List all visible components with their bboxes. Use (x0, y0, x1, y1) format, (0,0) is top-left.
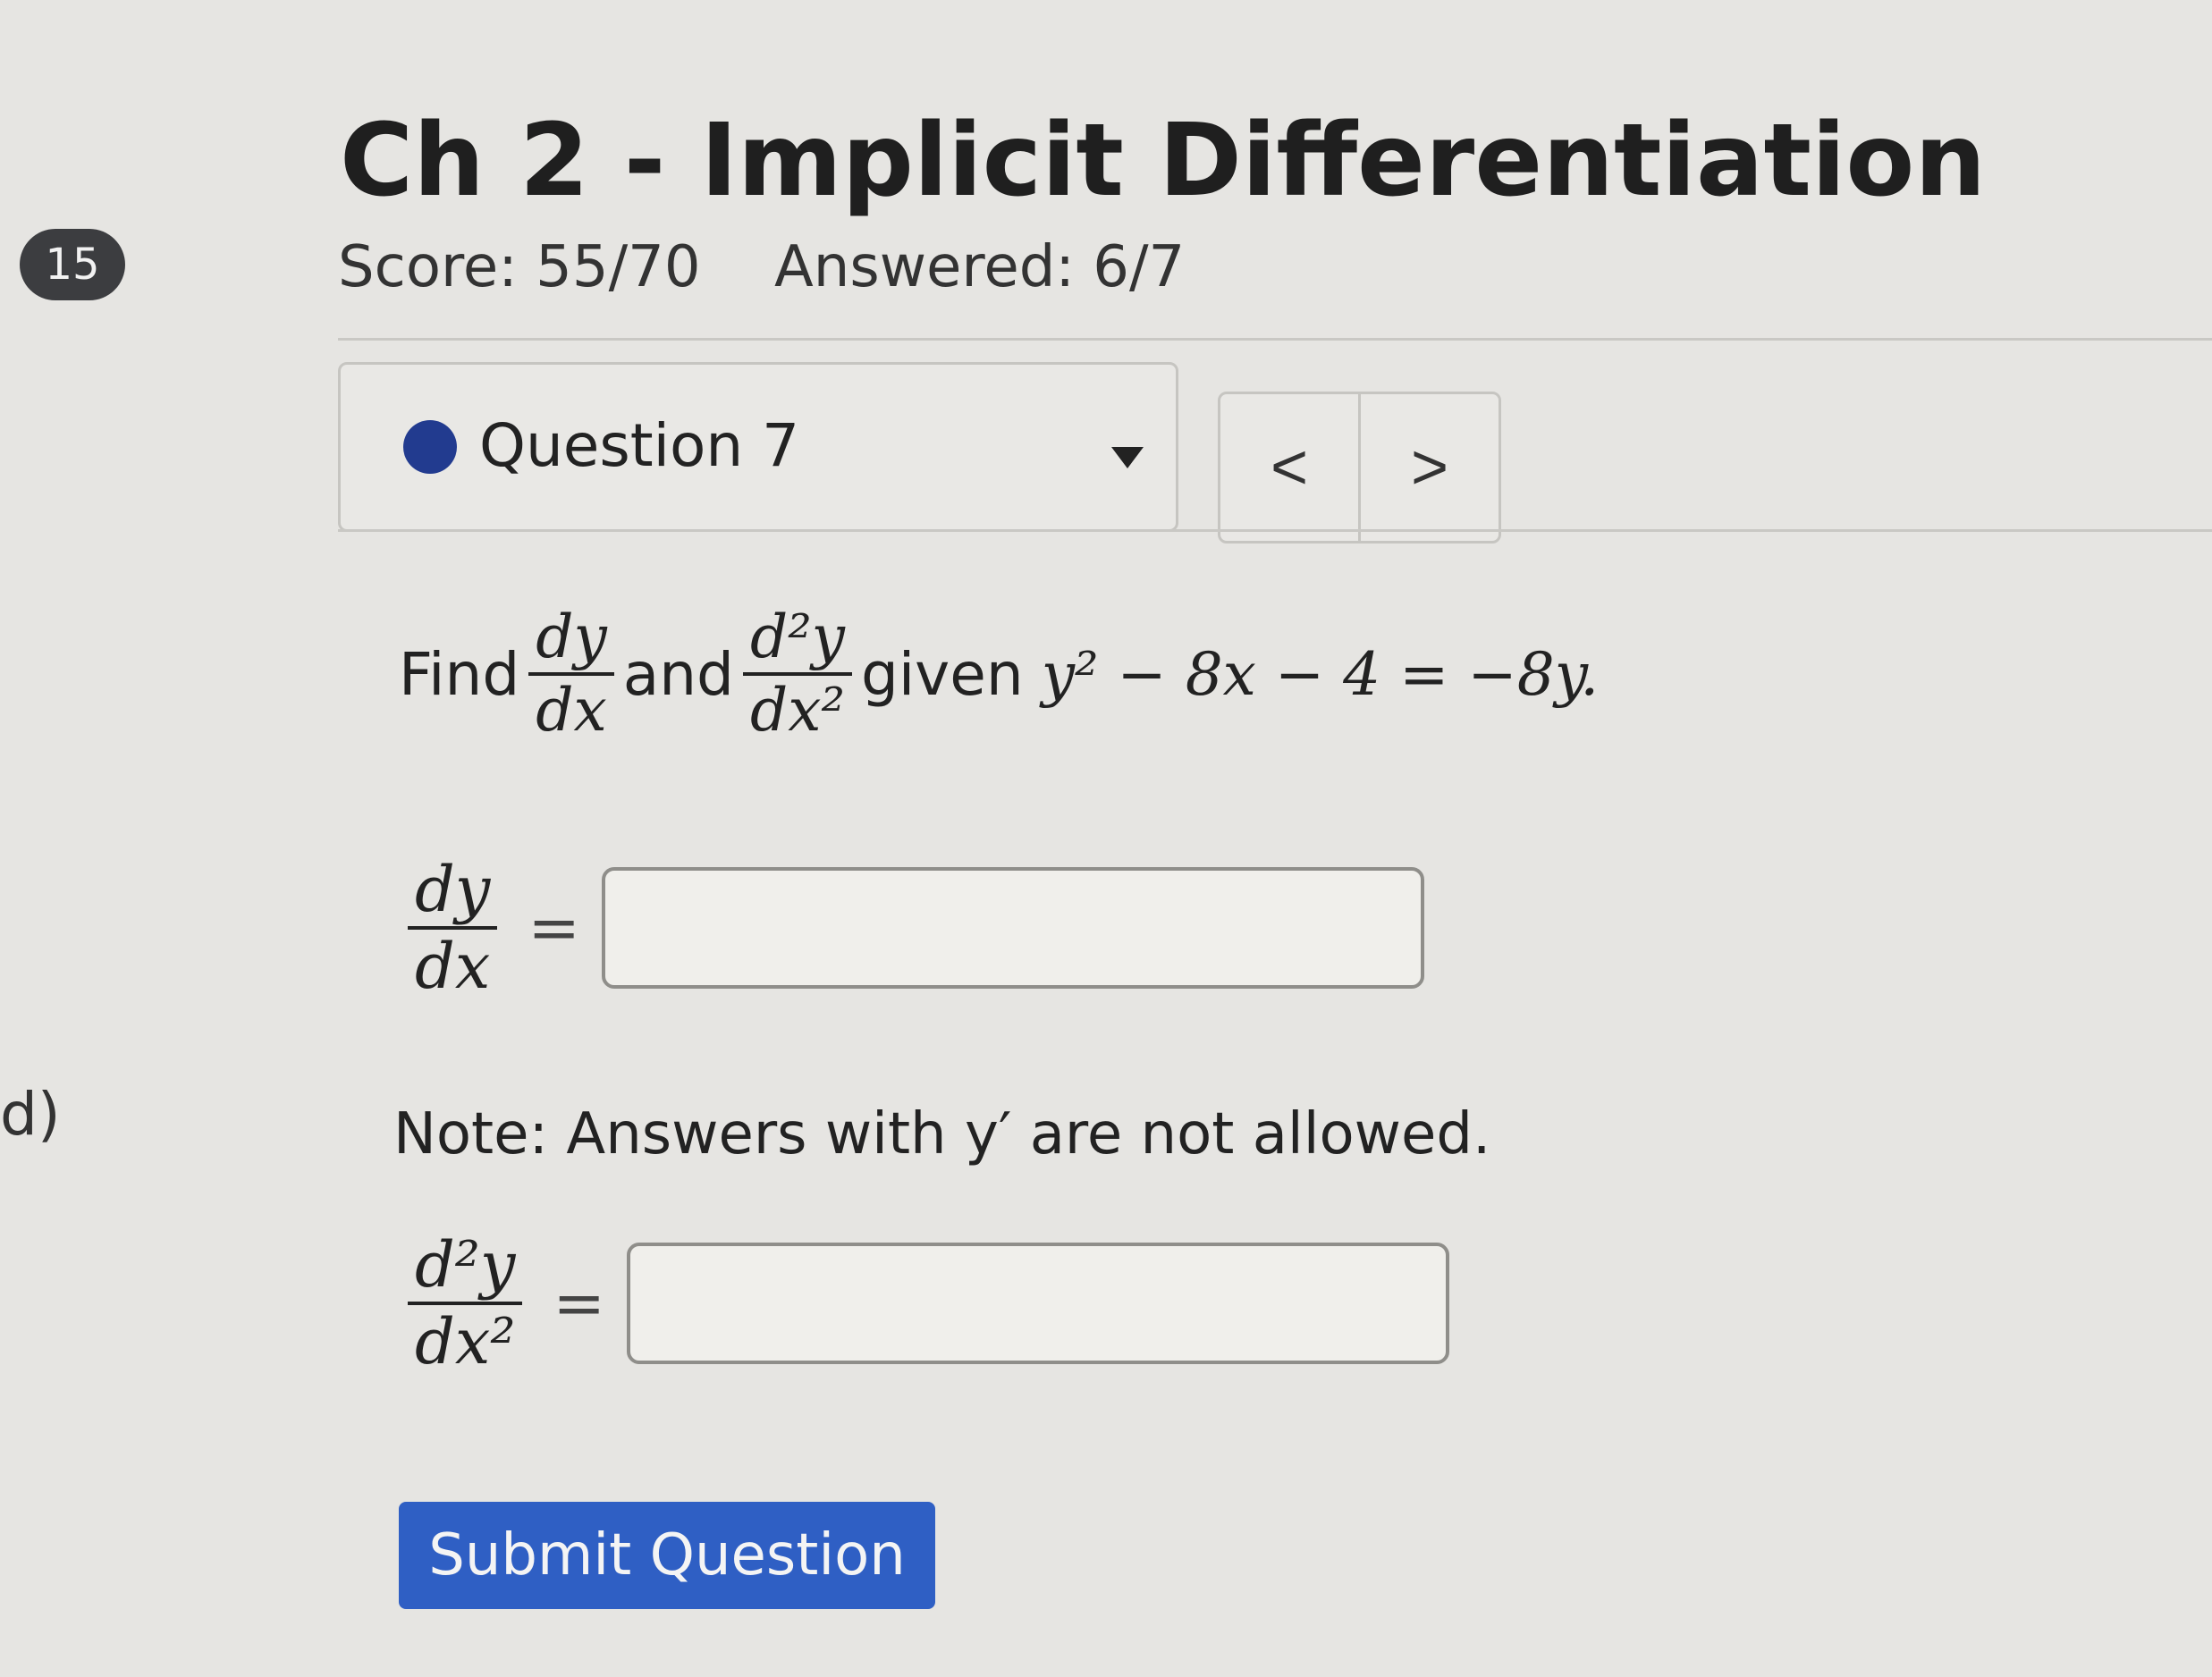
given-equation: y² − 8x − 4 = −8y. (1041, 639, 1600, 709)
fraction-numerator: d²y (408, 1234, 523, 1305)
fraction-denominator: dx (415, 930, 491, 1003)
question-number-badge: 15 (20, 229, 125, 300)
answered-text: Answered: 6/7 (774, 234, 1186, 300)
fraction-numerator: d²y (742, 608, 852, 676)
fraction-numerator: dy (528, 608, 614, 676)
note-text: Note: Answers with y′ are not allowed. (393, 1101, 1491, 1167)
dy-dx-fraction: dy dx (528, 608, 614, 740)
d2y-dx2-answer-input[interactable] (627, 1243, 1450, 1364)
question-status-dot-icon (403, 420, 457, 474)
fraction-denominator: dx² (749, 676, 845, 745)
equals-sign: = (528, 891, 581, 965)
next-question-button[interactable]: > (1358, 392, 1501, 544)
given-word: given (860, 639, 1024, 709)
caret-down-icon (1111, 447, 1144, 468)
chevron-left-icon: < (1270, 432, 1309, 503)
find-word: Find (399, 639, 520, 709)
previous-question-button[interactable]: < (1218, 392, 1361, 544)
fraction-denominator: dx (536, 676, 607, 745)
dy-dx-label: dy dx (408, 858, 498, 1003)
chevron-right-icon: > (1410, 432, 1449, 503)
fraction-numerator: dy (408, 858, 498, 930)
dy-dx-answer-input[interactable] (602, 867, 1425, 989)
question-dropdown[interactable]: Question 7 (338, 362, 1178, 532)
submit-question-button[interactable]: Submit Question (399, 1502, 935, 1609)
d2y-dx2-fraction: d²y dx² (742, 608, 852, 745)
and-word: and (622, 639, 734, 709)
problem-statement: Find dy dx and d²y dx² given y² − 8x − 4… (399, 608, 1599, 740)
fraction-denominator: dx² (415, 1305, 516, 1378)
score-text: Score: 55/70 (338, 234, 701, 300)
divider-top (338, 338, 2212, 341)
d2y-dx2-label: d²y dx² (408, 1234, 523, 1378)
question-dropdown-label: Question 7 (479, 411, 800, 480)
side-label: d) (0, 1080, 61, 1149)
second-derivative-row: d²y dx² = (399, 1234, 1450, 1378)
first-derivative-row: dy dx = (399, 858, 1425, 1003)
divider-bottom (338, 529, 2212, 532)
assignment-title: Ch 2 - Implicit Differentiation (340, 103, 1987, 219)
equals-sign: = (553, 1267, 606, 1340)
